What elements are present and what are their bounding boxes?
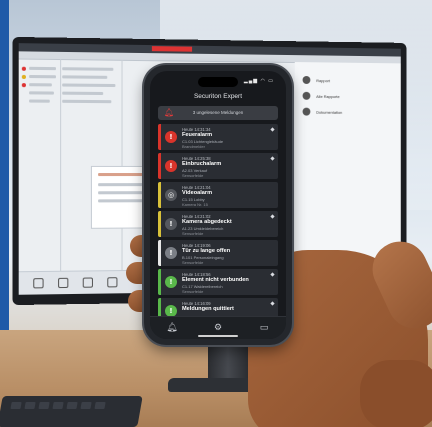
alarm-card[interactable]: ! Heute 14:25:38 Einbruchalarm A2.03 Verkau… bbox=[158, 153, 278, 179]
dynamic-island bbox=[198, 77, 238, 87]
settings-gear-icon[interactable]: ⚙ bbox=[212, 322, 224, 334]
alarm-card[interactable]: ! Heute 14:19:06 Tür zu lange offen B.101 P… bbox=[158, 240, 278, 266]
unread-marker bbox=[270, 127, 275, 132]
alarm-severity-bar bbox=[158, 153, 161, 179]
alarm-type-icon: ◎ bbox=[165, 189, 177, 201]
alarm-severity-bar bbox=[158, 269, 161, 295]
key bbox=[80, 402, 92, 409]
alarm-sublocation: Sensorfelde bbox=[182, 231, 204, 236]
alarm-title: Feueralarm bbox=[182, 132, 213, 138]
alarm-sublocation: Sensorfelde bbox=[182, 289, 204, 294]
phone-screen: ▂▄▆ ◠ ▭ Securiton Expert 🔔︎ 3 ungelesene… bbox=[150, 71, 286, 339]
unread-banner-text: 3 ungelesene Meldungen bbox=[192, 110, 244, 115]
unread-marker bbox=[270, 301, 275, 306]
list-row bbox=[62, 67, 114, 71]
alarm-card[interactable]: ! Heute 14:18:56 Element nicht verbunden C1… bbox=[158, 269, 278, 295]
unread-banner[interactable]: 🔔︎ 3 ungelesene Meldungen bbox=[158, 106, 278, 120]
key bbox=[94, 402, 106, 409]
list-row bbox=[29, 74, 56, 79]
alarm-sublocation: Kamera Nr. 15 bbox=[182, 202, 208, 207]
right-panel-label: Alle Rapporte bbox=[316, 93, 340, 100]
list-row bbox=[62, 99, 112, 104]
alarm-title: Einbruchalarm bbox=[182, 161, 222, 167]
toolbar-icon[interactable] bbox=[82, 277, 93, 288]
alarm-title: Videoalarm bbox=[182, 190, 213, 196]
alarm-type-icon: ! bbox=[165, 218, 177, 230]
key bbox=[24, 402, 36, 409]
alarm-severity-bar bbox=[158, 240, 161, 266]
alarm-type-icon: ! bbox=[165, 247, 177, 259]
alarm-title: Tür zu lange offen bbox=[182, 248, 231, 254]
key bbox=[10, 402, 22, 409]
right-panel-label: Dokumentation bbox=[316, 109, 343, 115]
home-indicator bbox=[198, 335, 238, 337]
alarm-title: Kamera abgedeckt bbox=[182, 219, 232, 225]
alarm-type-icon: ! bbox=[165, 160, 177, 172]
monitor-icon[interactable]: ▭ bbox=[258, 322, 270, 334]
document-icon bbox=[302, 107, 311, 116]
alarm-sublocation: Brandmelder bbox=[182, 144, 205, 149]
list-row bbox=[29, 91, 54, 95]
key bbox=[38, 402, 50, 409]
unread-marker bbox=[270, 156, 275, 161]
key bbox=[52, 402, 64, 409]
alarm-card[interactable]: ◎ Heute 14:21:04 Videoalarm C1.15 Lobby Kame… bbox=[158, 182, 278, 208]
key bbox=[66, 402, 78, 409]
alarm-sublocation: Sensorfelde bbox=[182, 173, 204, 178]
list-row bbox=[29, 66, 56, 71]
list-row bbox=[62, 83, 116, 88]
unread-marker bbox=[270, 214, 275, 219]
monitor-column-1 bbox=[18, 58, 62, 295]
report-list-icon bbox=[302, 91, 311, 100]
toolbar-icon[interactable] bbox=[58, 277, 69, 289]
list-row bbox=[29, 99, 50, 103]
alarm-card[interactable]: ! Heute 14:21:02 Kamera abgedeckt A1.23 Umk… bbox=[158, 211, 278, 237]
toolbar-icon[interactable] bbox=[107, 277, 118, 288]
list-row bbox=[29, 83, 52, 87]
phone-tab-bar: 🔔︎ ⚙ ▭ bbox=[150, 316, 286, 339]
right-panel-item[interactable]: Dokumentation bbox=[302, 107, 390, 118]
monitor-alert-strip bbox=[151, 46, 193, 52]
alarm-severity-bar bbox=[158, 182, 161, 208]
alarm-type-icon: ! bbox=[165, 131, 177, 143]
right-panel-item[interactable]: Rapport bbox=[302, 75, 390, 87]
right-panel-label: Rapport bbox=[316, 78, 330, 84]
photo-scene: Rapport Alle Rapporte Dokumentation ▂▄▆ … bbox=[0, 0, 432, 427]
alarm-sublocation: Sensorfelde bbox=[182, 260, 204, 265]
list-row bbox=[62, 91, 104, 96]
alarm-title: Meldungen quittiert bbox=[182, 306, 234, 312]
toolbar-icon[interactable] bbox=[33, 278, 44, 289]
alarm-type-icon: ! bbox=[165, 276, 177, 288]
status-dot bbox=[21, 66, 26, 71]
alarm-severity-bar bbox=[158, 211, 161, 237]
list-row bbox=[62, 75, 108, 79]
alarm-card[interactable]: ! Heute 14:31:34 Feueralarm C1.03 Lichtengl… bbox=[158, 124, 278, 150]
alarm-title: Element nicht verbunden bbox=[182, 277, 249, 283]
status-icons: ▂▄▆ ◠ ▭ bbox=[243, 78, 274, 84]
unread-marker bbox=[270, 272, 275, 277]
alarm-bell-icon[interactable]: 🔔︎ bbox=[166, 322, 178, 334]
alarm-severity-bar bbox=[158, 124, 161, 150]
right-panel-item[interactable]: Alle Rapporte bbox=[302, 91, 390, 103]
smartphone: ▂▄▆ ◠ ▭ Securiton Expert 🔔︎ 3 ungelesene… bbox=[144, 65, 292, 345]
status-dot bbox=[21, 74, 26, 80]
app-title: Securiton Expert bbox=[193, 93, 243, 100]
status-dot bbox=[21, 83, 26, 88]
report-icon bbox=[302, 75, 311, 84]
wrist bbox=[360, 360, 432, 427]
